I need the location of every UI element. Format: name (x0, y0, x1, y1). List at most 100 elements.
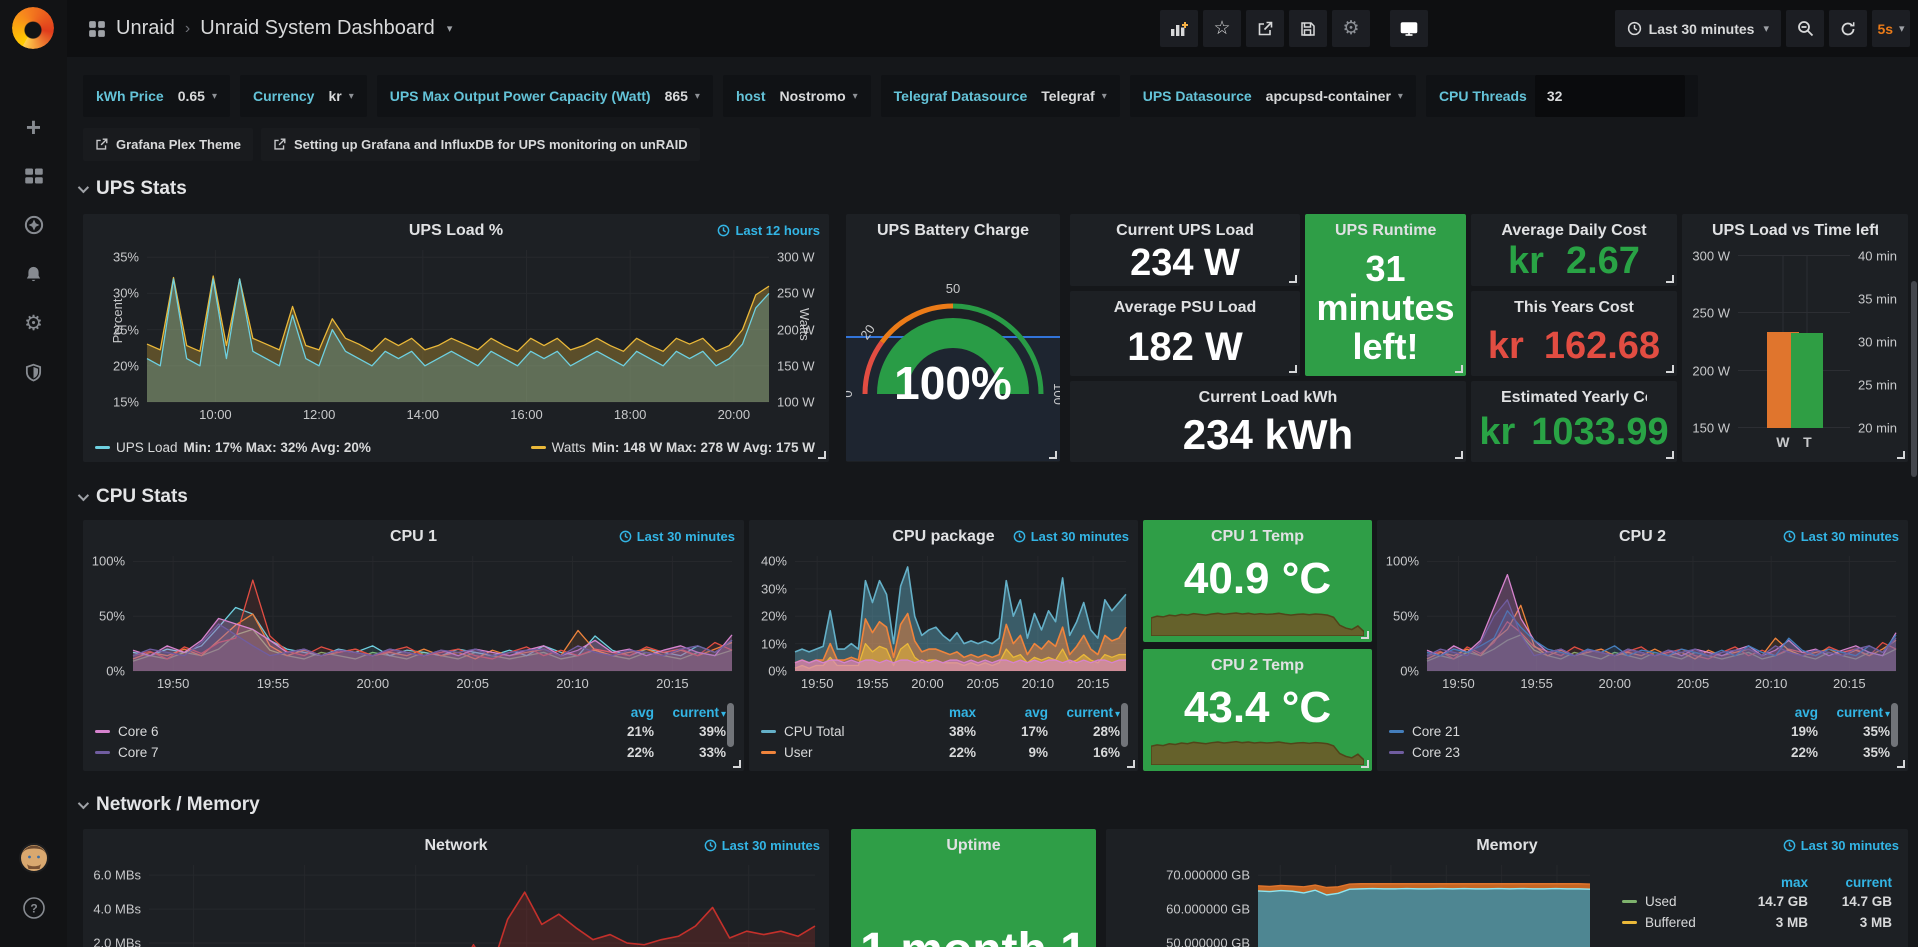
dashboard-grid-icon[interactable] (88, 20, 106, 38)
legend-series-name[interactable]: UPS Load (116, 440, 178, 455)
panel-title[interactable]: Average Daily Cost (1501, 222, 1647, 240)
legend-row: User22%9%16% (761, 742, 1120, 763)
legend-series-name[interactable]: Used (1622, 894, 1724, 909)
sidebar-dashboards-button[interactable] (0, 156, 67, 196)
link-ups-monitoring-guide[interactable]: Setting up Grafana and InfluxDB for UPS … (261, 128, 700, 161)
legend-swatch[interactable] (1622, 921, 1637, 924)
legend-value: 21% (582, 724, 654, 739)
legend-scrollbar[interactable] (727, 703, 734, 747)
legend-swatch[interactable] (1622, 900, 1637, 903)
legend-swatch[interactable] (95, 730, 110, 733)
legend-swatch[interactable] (1389, 730, 1404, 733)
legend-sort-header[interactable]: avg (976, 705, 1048, 720)
panel-title[interactable]: UPS Load % (113, 222, 799, 240)
legend-series-name[interactable]: Core 7 (95, 745, 582, 760)
panel-title[interactable]: Current Load kWh (1100, 389, 1436, 407)
panel-ups-battery-charge: UPS Battery Charge 02050100100% (846, 214, 1060, 462)
grafana-logo[interactable] (12, 7, 54, 49)
dashboard-dropdown-caret-icon[interactable]: ▾ (447, 22, 453, 35)
legend-sort-header[interactable]: current▾ (654, 705, 726, 720)
link-grafana-plex-theme[interactable]: Grafana Plex Theme (83, 128, 253, 161)
legend-swatch[interactable] (761, 730, 776, 733)
breadcrumb-current[interactable]: Unraid System Dashboard (200, 17, 435, 40)
tv-kiosk-button[interactable] (1390, 10, 1428, 47)
sidebar-server-admin-button[interactable] (0, 352, 67, 392)
chart-canvas[interactable] (1427, 556, 1896, 671)
panel-title[interactable]: Current UPS Load (1100, 222, 1270, 240)
legend-sort-header[interactable]: max (1724, 875, 1808, 890)
variable-value-dropdown[interactable]: Nostromo▾ (780, 88, 858, 104)
section-cpu-stats[interactable]: CPU Stats (78, 486, 188, 508)
legend-series-name[interactable]: User (761, 745, 904, 760)
breadcrumb-root[interactable]: Unraid (116, 17, 175, 40)
sidebar-explore-button[interactable] (0, 205, 67, 245)
legend-swatch[interactable] (95, 751, 110, 754)
help-button[interactable]: ? (0, 888, 67, 928)
panel-time-range[interactable]: Last 30 minutes (619, 529, 735, 544)
cpu-threads-input[interactable]: 32 (1535, 75, 1685, 117)
refresh-button[interactable] (1829, 10, 1867, 47)
panel-time-range[interactable]: Last 30 minutes (1783, 838, 1899, 853)
star-dashboard-button[interactable]: ☆ (1203, 10, 1241, 47)
chart-canvas[interactable] (149, 865, 815, 947)
legend-swatch[interactable] (761, 751, 776, 754)
chart-canvas[interactable] (133, 556, 732, 671)
legend-sort-header[interactable]: avg (1746, 705, 1818, 720)
panel-time-range[interactable]: Last 30 minutes (704, 838, 820, 853)
zoom-out-time-button[interactable] (1786, 10, 1824, 47)
legend-series-name[interactable]: Core 23 (1389, 745, 1746, 760)
legend-series-name[interactable]: Watts (552, 440, 586, 455)
sidebar-create-button[interactable]: + (0, 107, 67, 147)
share-dashboard-button[interactable] (1246, 10, 1284, 47)
refresh-interval-picker[interactable]: 5s ▾ (1872, 10, 1910, 47)
section-network-memory[interactable]: Network / Memory (78, 794, 260, 816)
chart-canvas[interactable] (1258, 865, 1590, 947)
legend-sort-header[interactable]: current▾ (1818, 705, 1890, 720)
variable-value-dropdown[interactable]: 865▾ (665, 88, 700, 104)
legend-swatch[interactable] (1389, 751, 1404, 754)
chart-canvas[interactable] (147, 250, 769, 402)
panel-time-range[interactable]: Last 30 minutes (1013, 529, 1129, 544)
save-dashboard-button[interactable] (1289, 10, 1327, 47)
page-scrollbar[interactable] (1911, 281, 1917, 477)
variable-value-dropdown[interactable]: kr▾ (328, 88, 353, 104)
legend-sort-header[interactable]: current (1808, 875, 1892, 890)
legend-sort-header[interactable]: max (904, 705, 976, 720)
variable-value-dropdown[interactable]: 0.65▾ (178, 88, 217, 104)
panel-time-range[interactable]: Last 12 hours (717, 223, 820, 238)
legend-swatch[interactable] (531, 446, 546, 449)
panel-title[interactable]: UPS Battery Charge (876, 222, 1030, 240)
panel-title[interactable]: Uptime (881, 837, 1066, 855)
panel-title[interactable]: Network (113, 837, 799, 855)
time-range-picker[interactable]: Last 30 minutes ▾ (1615, 10, 1781, 47)
sidebar-configuration-button[interactable]: ⚙ (0, 303, 67, 343)
add-panel-button[interactable] (1160, 10, 1198, 47)
section-ups-stats[interactable]: UPS Stats (78, 178, 187, 200)
legend-series-name[interactable]: CPU Total (761, 724, 904, 739)
bar-T[interactable] (1791, 333, 1823, 428)
variable-value-dropdown[interactable]: Telegraf▾ (1041, 88, 1106, 104)
user-avatar[interactable] (0, 838, 67, 878)
legend-value: 19% (1746, 724, 1818, 739)
panel-title[interactable]: Memory (1136, 837, 1878, 855)
legend-series-name[interactable]: Core 6 (95, 724, 582, 739)
legend-series-name[interactable]: Buffered (1622, 915, 1724, 930)
legend-series-name[interactable]: Core 21 (1389, 724, 1746, 739)
variable-value-dropdown[interactable]: apcupsd-container▾ (1266, 88, 1403, 104)
panel-time-range[interactable]: Last 30 minutes (1783, 529, 1899, 544)
panel-title[interactable]: Estimated Yearly Cost (1501, 389, 1647, 407)
legend-swatch[interactable] (95, 446, 110, 449)
legend-sort-header[interactable]: avg (582, 705, 654, 720)
panel-title[interactable]: CPU 2 Temp (1173, 657, 1342, 675)
legend-scrollbar[interactable] (1891, 703, 1898, 747)
panel-title[interactable]: This Years Cost (1501, 299, 1647, 317)
panel-title[interactable]: UPS Runtime (1335, 222, 1436, 240)
panel-title[interactable]: CPU 1 Temp (1173, 528, 1342, 546)
panel-title[interactable]: Average PSU Load (1100, 299, 1270, 317)
chart-canvas[interactable] (795, 556, 1126, 671)
sidebar-alerting-button[interactable] (0, 254, 67, 294)
dashboard-settings-button[interactable]: ⚙ (1332, 10, 1370, 47)
panel-title[interactable]: UPS Load vs Time left (1712, 222, 1878, 240)
legend-scrollbar[interactable] (1121, 703, 1128, 747)
legend-sort-header[interactable]: current▾ (1048, 705, 1120, 720)
